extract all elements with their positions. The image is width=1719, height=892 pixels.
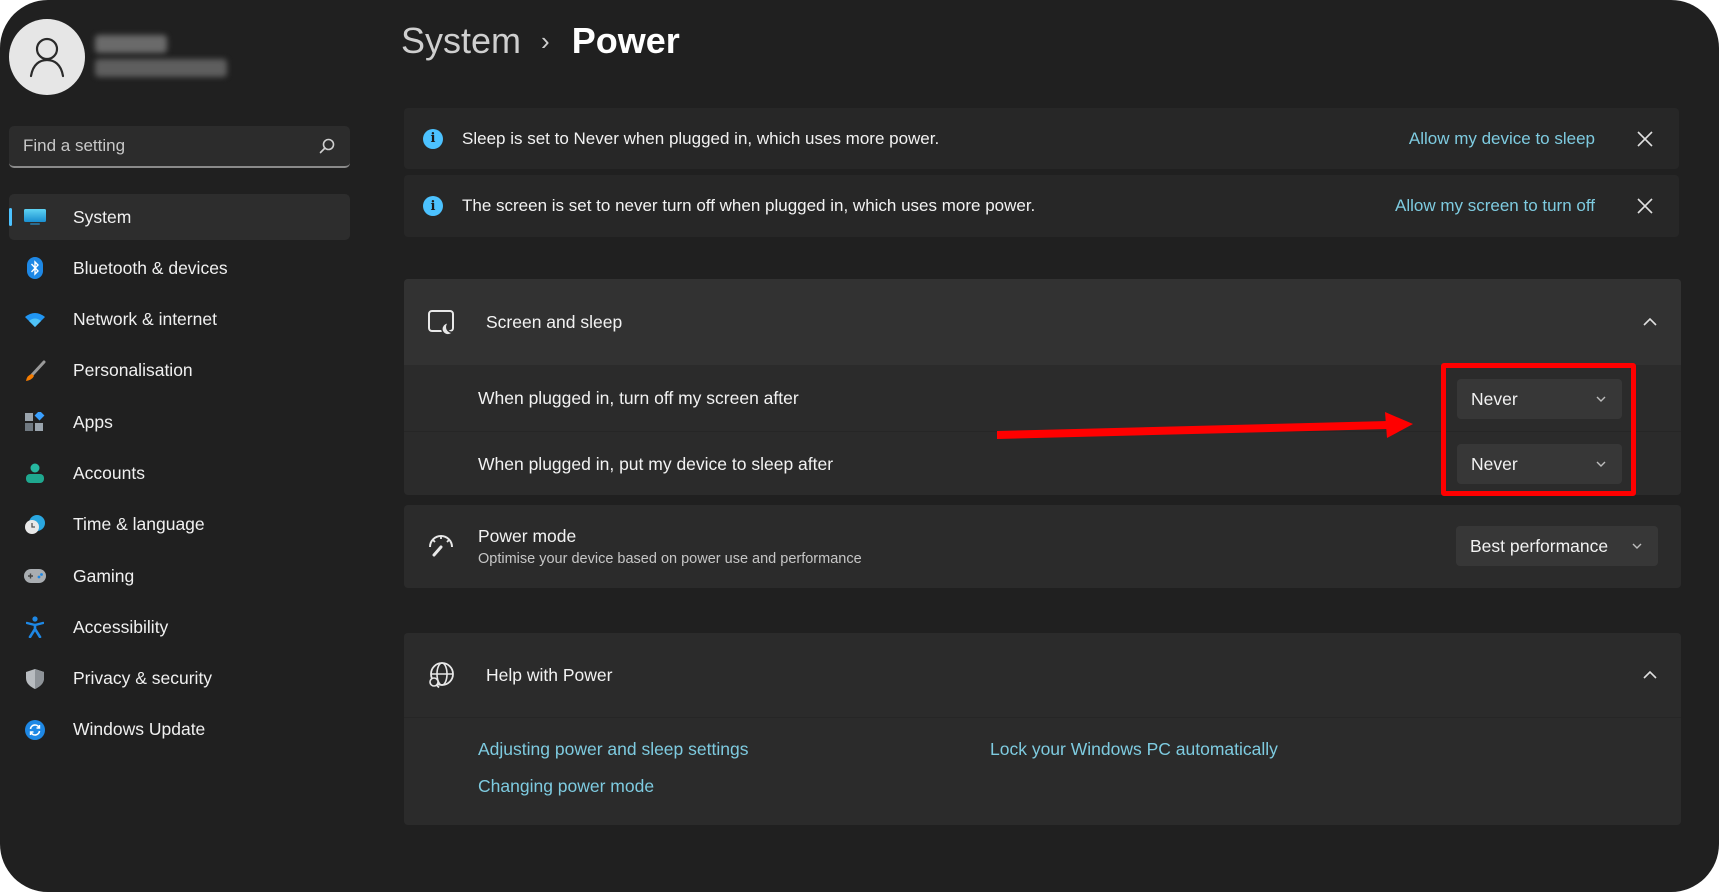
sidebar-item-label: Bluetooth & devices: [73, 257, 228, 278]
breadcrumb-parent-system[interactable]: System: [401, 20, 521, 62]
sidebar-item-label: Accounts: [73, 462, 145, 483]
bluetooth-icon: [24, 257, 46, 280]
shield-icon: [24, 668, 46, 690]
close-icon[interactable]: [1635, 129, 1655, 149]
power-mode-card: Power mode Optimise your device based on…: [404, 505, 1681, 588]
screen-and-sleep-title: Screen and sleep: [486, 311, 623, 332]
gamepad-icon: [24, 565, 46, 587]
screen-and-sleep-header[interactable]: Screen and sleep: [404, 279, 1681, 365]
sidebar-item-gaming[interactable]: Gaming: [9, 553, 350, 599]
power-mode-value: Best performance: [1470, 535, 1609, 556]
sidebar-item-apps[interactable]: Apps: [9, 399, 350, 445]
search-input[interactable]: [23, 136, 318, 156]
apps-icon: [24, 411, 46, 433]
search-icon[interactable]: [318, 137, 336, 155]
help-title: Help with Power: [486, 664, 613, 685]
help-link-changing-power-mode[interactable]: Changing power mode: [478, 776, 654, 797]
brush-icon: [24, 360, 46, 382]
breadcrumb: System › Power: [401, 20, 680, 62]
chevron-down-icon: [1632, 543, 1642, 549]
info-bar-screen: i The screen is set to never turn off wh…: [404, 175, 1679, 237]
sidebar-item-windows-update[interactable]: Windows Update: [9, 707, 350, 753]
help-links: Adjusting power and sleep settings Chang…: [404, 718, 1681, 824]
sidebar-item-label: System: [73, 206, 132, 227]
sidebar-item-label: Personalisation: [73, 360, 193, 381]
sidebar-item-time-language[interactable]: Time & language: [9, 502, 350, 548]
update-icon: [24, 719, 46, 741]
page-title: Power: [571, 20, 680, 61]
sidebar-item-system[interactable]: System: [9, 194, 350, 240]
chevron-right-icon: ›: [541, 25, 550, 56]
annotation-highlight-box: [1441, 363, 1636, 496]
help-card: Help with Power Adjusting power and slee…: [404, 633, 1681, 825]
info-bar-sleep: i Sleep is set to Never when plugged in,…: [404, 108, 1679, 169]
sidebar-item-label: Accessibility: [73, 616, 169, 637]
wifi-icon: [24, 309, 46, 331]
user-info-blurred: [95, 35, 227, 77]
sidebar-item-label: Time & language: [73, 514, 205, 535]
info-bar-text: Sleep is set to Never when plugged in, w…: [462, 128, 940, 148]
screen-sleep-icon: [426, 307, 456, 337]
power-mode-dropdown[interactable]: Best performance: [1456, 526, 1658, 566]
sidebar-item-network[interactable]: Network & internet: [9, 297, 350, 343]
person-icon: [29, 37, 65, 78]
speedometer-icon: [426, 531, 456, 561]
help-header[interactable]: Help with Power: [404, 633, 1681, 718]
settings-window: System Bluetooth & devices Network & int…: [0, 0, 1719, 892]
info-icon: i: [423, 196, 443, 216]
accessibility-icon: [24, 616, 46, 639]
help-link-adjusting-power[interactable]: Adjusting power and sleep settings: [478, 739, 748, 760]
sidebar-item-label: Privacy & security: [73, 668, 213, 689]
sidebar-item-label: Apps: [73, 411, 113, 432]
chevron-up-icon[interactable]: [1641, 313, 1659, 331]
sidebar-item-label: Network & internet: [73, 309, 217, 330]
info-bar-text: The screen is set to never turn off when…: [462, 196, 1036, 215]
sidebar-item-privacy-security[interactable]: Privacy & security: [9, 656, 350, 702]
sleep-label: When plugged in, put my device to sleep …: [478, 454, 834, 474]
sidebar-item-accessibility[interactable]: Accessibility: [9, 604, 350, 650]
sidebar-item-label: Gaming: [73, 565, 135, 586]
clock-globe-icon: [24, 514, 46, 536]
chevron-up-icon[interactable]: [1641, 666, 1659, 684]
sidebar-item-label: Windows Update: [73, 719, 206, 740]
allow-device-sleep-link[interactable]: Allow my device to sleep: [1409, 129, 1595, 149]
monitor-icon: [24, 206, 46, 228]
allow-screen-turn-off-link[interactable]: Allow my screen to turn off: [1395, 196, 1595, 216]
help-link-lock-pc[interactable]: Lock your Windows PC automatically: [990, 739, 1278, 760]
globe-search-icon: [426, 660, 456, 690]
sidebar-item-personalisation[interactable]: Personalisation: [9, 348, 350, 394]
user-email-blurred: [95, 59, 227, 77]
power-mode-subtitle: Optimise your device based on power use …: [478, 551, 862, 567]
sidebar-nav: System Bluetooth & devices Network & int…: [9, 194, 350, 758]
avatar[interactable]: [9, 19, 85, 95]
search-box[interactable]: [9, 126, 350, 168]
power-mode-title: Power mode: [478, 526, 577, 546]
account-icon: [24, 462, 46, 484]
close-icon[interactable]: [1635, 196, 1655, 216]
user-name-blurred: [95, 35, 167, 53]
sidebar-item-bluetooth[interactable]: Bluetooth & devices: [9, 245, 350, 291]
info-icon: i: [423, 128, 443, 149]
screen-off-label: When plugged in, turn off my screen afte…: [478, 387, 799, 408]
sidebar-item-accounts[interactable]: Accounts: [9, 450, 350, 496]
